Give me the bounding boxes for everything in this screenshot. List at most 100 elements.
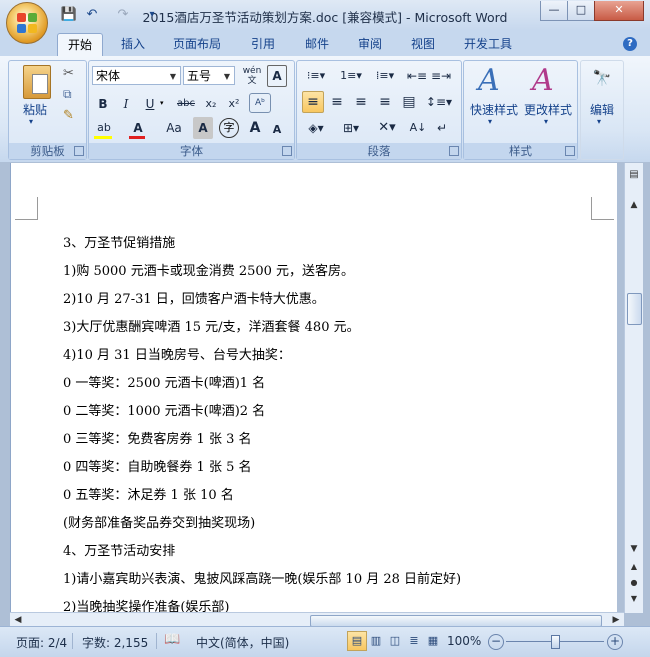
grow-font-button[interactable]: A xyxy=(244,117,266,139)
italic-button[interactable]: I xyxy=(115,93,137,115)
save-icon[interactable]: 💾 xyxy=(60,6,78,24)
tab-developer[interactable]: 开发工具 xyxy=(455,33,521,55)
subscript-button[interactable]: x₂ xyxy=(200,93,222,115)
chinese-layout-icon[interactable]: ✕▾ xyxy=(371,117,403,139)
copy-icon[interactable]: ⧉ xyxy=(63,87,72,102)
previous-page-icon[interactable]: ▲ xyxy=(626,559,642,575)
undo-icon[interactable]: ↶ xyxy=(83,6,101,24)
editing-button[interactable]: 编辑 xyxy=(581,101,623,118)
web-layout-icon[interactable]: ◫ xyxy=(385,631,405,651)
borders-icon[interactable]: ⊞▾ xyxy=(335,117,367,139)
numbering-icon[interactable]: 1≡▾ xyxy=(335,65,367,87)
next-page-icon[interactable]: ▼ xyxy=(626,591,642,607)
customize-qat-icon[interactable]: ▾ xyxy=(143,6,161,24)
paste-icon xyxy=(23,65,51,99)
bold-button[interactable]: B xyxy=(92,93,114,115)
align-center-icon[interactable]: ≡ xyxy=(326,91,348,113)
tab-insert[interactable]: 插入 xyxy=(112,33,154,55)
close-button[interactable]: ✕ xyxy=(594,1,644,21)
underline-dropdown-icon[interactable]: ▾ xyxy=(160,99,164,107)
increase-indent-icon[interactable]: ≡⇥ xyxy=(429,65,453,87)
draft-view-icon[interactable]: ▦ xyxy=(423,631,443,651)
font-size-dropdown-icon[interactable]: ▼ xyxy=(221,67,233,86)
cut-icon[interactable]: ✂ xyxy=(63,66,74,81)
zoom-slider-thumb[interactable] xyxy=(551,635,560,649)
change-styles-button[interactable]: 更改样式 xyxy=(520,101,576,118)
logo-red-square xyxy=(17,13,26,22)
bullets-icon[interactable]: ⁝≡▾ xyxy=(300,65,332,87)
print-layout-icon[interactable]: ▤ xyxy=(347,631,367,651)
styles-label: 样式 xyxy=(464,143,577,159)
outline-view-icon[interactable]: ≣ xyxy=(404,631,424,651)
zoom-in-icon[interactable]: + xyxy=(607,634,623,650)
paste-button[interactable]: 粘贴 xyxy=(15,101,55,118)
shading-icon[interactable]: ◈▾ xyxy=(300,117,332,139)
tab-home[interactable]: 开始 xyxy=(57,33,103,56)
tab-view[interactable]: 视图 xyxy=(402,33,444,55)
distributed-icon[interactable]: ▤ xyxy=(398,91,420,113)
character-border-button[interactable]: A xyxy=(267,65,287,87)
align-right-icon[interactable]: ≡ xyxy=(350,91,372,113)
format-painter-icon[interactable]: ✎ xyxy=(63,108,74,123)
show-marks-icon[interactable]: ↵ xyxy=(431,117,453,139)
paste-dropdown-icon[interactable]: ▾ xyxy=(29,117,33,126)
superscript-button[interactable]: x² xyxy=(223,93,245,115)
font-label: 字体 xyxy=(89,143,294,159)
align-left-icon[interactable]: ≡ xyxy=(302,91,324,113)
page-indicator[interactable]: 页面: 2/4 xyxy=(16,634,67,651)
enclose-characters-button[interactable]: 字 xyxy=(219,118,239,138)
tab-review[interactable]: 审阅 xyxy=(349,33,391,55)
strikethrough-button[interactable]: abc xyxy=(173,93,199,115)
shrink-font-button[interactable]: A xyxy=(267,119,287,141)
underline-button[interactable]: U xyxy=(139,93,161,115)
justify-icon[interactable]: ≡ xyxy=(374,91,396,113)
document-paragraph: 0 三等奖：免费客房券 1 张 3 名 xyxy=(63,432,252,447)
change-styles-icon: A xyxy=(532,63,554,98)
phonetic-guide-button[interactable]: wén 文 xyxy=(239,65,265,87)
sort-icon[interactable]: A↓ xyxy=(407,117,429,139)
vertical-scrollbar[interactable]: ▤ ▲ ▼ ▲ ● ▼ xyxy=(624,163,643,613)
quick-styles-button[interactable]: 快速样式 xyxy=(466,101,522,118)
proofing-icon[interactable]: 📖 xyxy=(164,632,180,647)
language-indicator[interactable]: 中文(简体，中国) xyxy=(196,634,289,651)
minimize-button[interactable]: — xyxy=(540,1,568,21)
change-case-button[interactable]: Aa xyxy=(159,117,189,139)
scroll-thumb[interactable] xyxy=(627,293,642,325)
styles-launcher-icon[interactable] xyxy=(565,146,575,156)
scroll-down-icon[interactable]: ▼ xyxy=(626,541,642,557)
office-button[interactable] xyxy=(6,2,48,44)
font-name-combo[interactable]: 宋体 ▼ xyxy=(92,66,181,85)
font-size-combo[interactable]: 五号 ▼ xyxy=(183,66,235,85)
clipboard-launcher-icon[interactable] xyxy=(74,146,84,156)
help-icon[interactable]: ? xyxy=(623,37,637,51)
editing-group: 🔭 编辑 ▾ xyxy=(580,60,624,160)
font-launcher-icon[interactable] xyxy=(282,146,292,156)
font-name-dropdown-icon[interactable]: ▼ xyxy=(167,67,179,86)
redo-icon[interactable]: ↷ xyxy=(114,6,132,24)
paragraph-group: ⁝≡▾ 1≡▾ ⁞≡▾ ⇤≡ ≡⇥ ≡ ≡ ≡ ≡ ▤ ↕≡▾ ◈▾ ⊞▾ ✕▾… xyxy=(296,60,462,160)
zoom-out-icon[interactable]: − xyxy=(488,634,504,650)
quick-styles-dropdown-icon[interactable]: ▾ xyxy=(488,117,492,126)
full-screen-reading-icon[interactable]: ▥ xyxy=(366,631,386,651)
tab-references[interactable]: 引用 xyxy=(242,33,284,55)
paragraph-launcher-icon[interactable] xyxy=(449,146,459,156)
document-page[interactable]: 3、万圣节促销措施 1)购 5000 元酒卡或现金消费 2500 元，送客房。 2)… xyxy=(10,163,617,613)
ruler-toggle-icon[interactable]: ▤ xyxy=(626,167,642,183)
scroll-up-icon[interactable]: ▲ xyxy=(626,197,642,213)
logo-blue-square xyxy=(17,24,26,33)
select-browse-object-icon[interactable]: ● xyxy=(626,575,642,591)
tab-page-layout[interactable]: 页面布局 xyxy=(164,33,230,55)
zoom-level[interactable]: 100% xyxy=(447,634,481,648)
multilevel-list-icon[interactable]: ⁞≡▾ xyxy=(369,65,401,87)
decrease-indent-icon[interactable]: ⇤≡ xyxy=(405,65,429,87)
change-styles-dropdown-icon[interactable]: ▾ xyxy=(544,117,548,126)
editing-dropdown-icon[interactable]: ▾ xyxy=(597,117,601,126)
clear-formatting-icon[interactable]: Aᵇ xyxy=(249,93,271,113)
document-paragraph: 3、万圣节促销措施 xyxy=(63,236,176,251)
maximize-button[interactable]: □ xyxy=(567,1,595,21)
character-shading-button[interactable]: A xyxy=(193,117,213,139)
tab-mailings[interactable]: 邮件 xyxy=(296,33,338,55)
word-count[interactable]: 字数: 2,155 xyxy=(82,634,148,651)
line-spacing-icon[interactable]: ↕≡▾ xyxy=(424,91,454,113)
paragraph-label: 段落 xyxy=(297,143,461,159)
